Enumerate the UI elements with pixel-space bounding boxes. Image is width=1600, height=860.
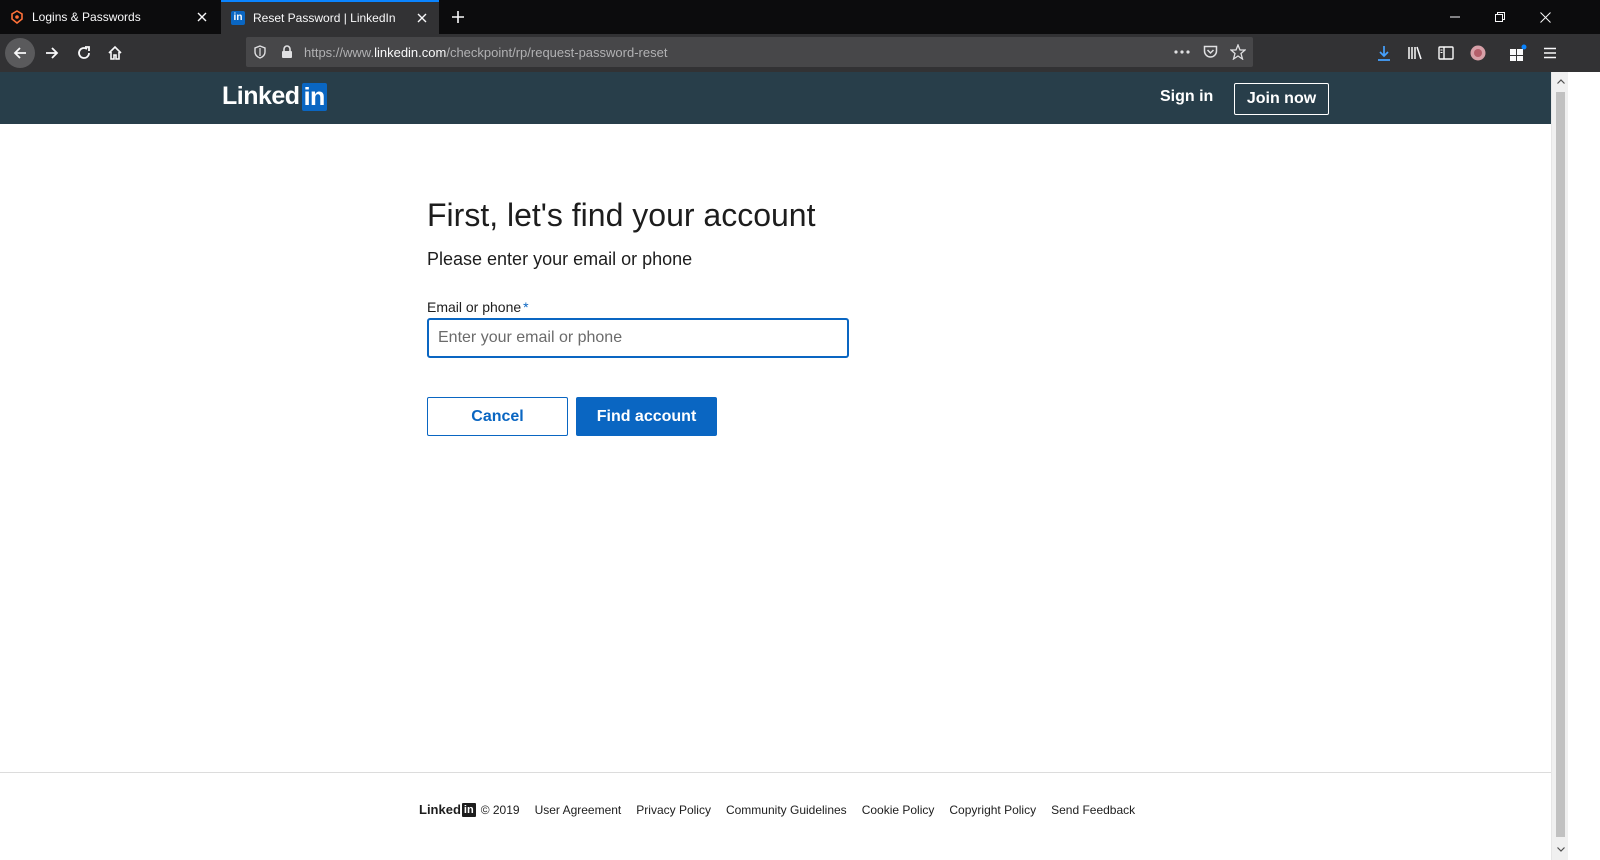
account-avatar-icon[interactable]	[1469, 44, 1487, 62]
tab-strip: Logins & Passwords in Reset Password | L…	[0, 0, 1600, 34]
sidebar-icon[interactable]	[1437, 44, 1455, 62]
page-subtitle: Please enter your email or phone	[427, 249, 693, 269]
footer-link-send-feedback[interactable]: Send Feedback	[1051, 803, 1135, 817]
tab-logins-passwords[interactable]: Logins & Passwords	[0, 0, 219, 34]
email-label-text: Email or phone	[427, 299, 522, 315]
required-asterisk: *	[523, 299, 529, 315]
footer-logo-box: in	[461, 802, 476, 817]
footer: Linked in © 2019 User Agreement Privacy P…	[419, 802, 1135, 817]
navigation-toolbar: https://www.linkedin.com/checkpoint/rp/r…	[0, 34, 1600, 72]
home-icon[interactable]	[100, 38, 130, 68]
hamburger-menu-icon[interactable]	[1541, 44, 1559, 62]
reload-icon[interactable]	[69, 38, 99, 68]
minimize-icon[interactable]	[1433, 0, 1477, 34]
footer-link-community-guidelines[interactable]: Community Guidelines	[726, 803, 847, 817]
restore-icon[interactable]	[1478, 0, 1522, 34]
page-title: First, let's find your account	[427, 197, 816, 233]
footer-divider	[0, 772, 1551, 773]
close-icon[interactable]	[194, 9, 210, 25]
favicon-text: in	[231, 11, 245, 25]
library-icon[interactable]	[1406, 44, 1424, 62]
scroll-up-arrow-icon[interactable]	[1552, 73, 1569, 90]
cancel-button[interactable]: Cancel	[427, 397, 568, 436]
forward-arrow-icon[interactable]	[37, 38, 67, 68]
join-now-button[interactable]: Join now	[1234, 83, 1329, 115]
scroll-down-arrow-icon[interactable]	[1552, 841, 1569, 858]
sign-in-link[interactable]: Sign in	[1160, 88, 1213, 106]
url-prefix: https://www.	[304, 45, 375, 60]
window-close-icon[interactable]	[1523, 0, 1567, 34]
linkedin-header: Linked in Sign in Join now	[0, 72, 1551, 124]
close-icon[interactable]	[414, 10, 430, 26]
footer-link-user-agreement[interactable]: User Agreement	[535, 803, 622, 817]
footer-logo: Linked in	[419, 802, 476, 817]
tab-title: Logins & Passwords	[32, 10, 141, 24]
linkedin-logo[interactable]: Linked in	[222, 82, 327, 111]
find-account-button[interactable]: Find account	[576, 397, 717, 436]
lock-icon[interactable]	[279, 44, 295, 60]
url-text[interactable]: https://www.linkedin.com/checkpoint/rp/r…	[304, 45, 667, 60]
new-tab-plus-icon[interactable]	[447, 6, 469, 28]
bookmark-star-icon[interactable]	[1230, 44, 1246, 60]
email-or-phone-input[interactable]	[427, 318, 849, 358]
pocket-icon[interactable]	[1202, 44, 1218, 60]
footer-link-cookie-policy[interactable]: Cookie Policy	[862, 803, 935, 817]
vertical-scrollbar[interactable]	[1551, 72, 1568, 860]
tracking-shield-icon[interactable]	[252, 44, 268, 60]
copyright-text: © 2019	[480, 802, 520, 817]
back-arrow-icon[interactable]	[5, 38, 35, 68]
downloads-icon[interactable]	[1375, 44, 1393, 62]
logo-box: in	[301, 82, 327, 111]
url-domain: linkedin.com	[374, 45, 447, 60]
page-actions-ellipsis-icon[interactable]	[1174, 44, 1190, 60]
extensions-icon[interactable]	[1509, 44, 1527, 62]
footer-link-privacy-policy[interactable]: Privacy Policy	[636, 803, 711, 817]
lockwise-icon	[9, 9, 25, 25]
email-field-label: Email or phone *	[427, 299, 529, 315]
linkedin-favicon-icon: in	[230, 10, 246, 26]
scrollbar-thumb[interactable]	[1556, 92, 1565, 837]
url-path: /checkpoint/rp/request-password-reset	[446, 45, 668, 60]
address-bar[interactable]: https://www.linkedin.com/checkpoint/rp/r…	[246, 37, 1253, 67]
tab-reset-password[interactable]: in Reset Password | LinkedIn	[221, 0, 439, 34]
footer-link-copyright-policy[interactable]: Copyright Policy	[949, 803, 1036, 817]
logo-text: Linked	[222, 82, 300, 110]
footer-logo-text: Linked	[419, 802, 461, 817]
tab-title: Reset Password | LinkedIn	[253, 11, 396, 25]
